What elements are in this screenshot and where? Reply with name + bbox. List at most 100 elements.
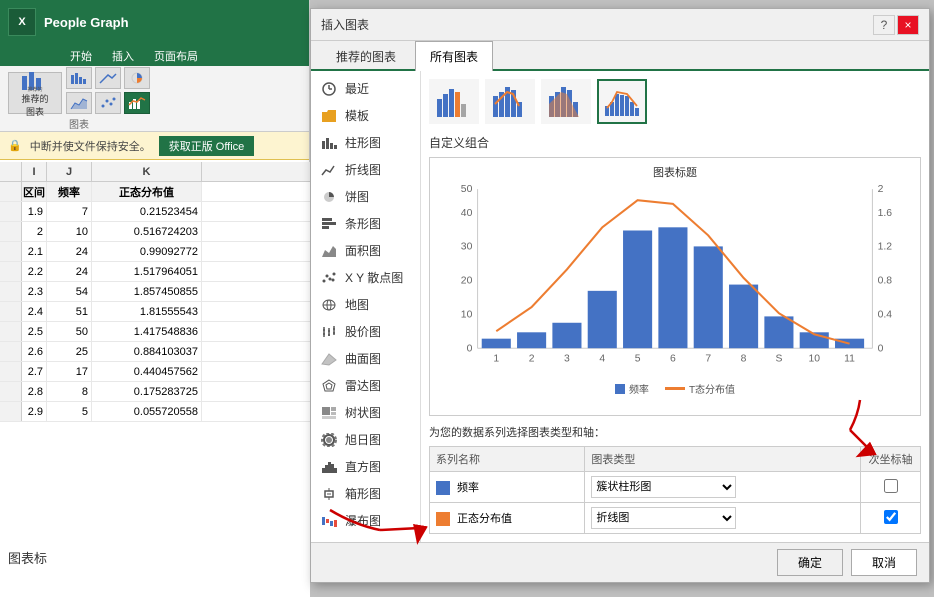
recommended-chart-btn[interactable]: 推荐的 推荐的图表	[8, 72, 62, 114]
table-row[interactable]: 2.1240.99092772	[0, 242, 310, 262]
sidebar-item-bar[interactable]: 条形图	[311, 210, 420, 237]
sidebar-item-scatter[interactable]: X Y 散点图	[311, 264, 420, 291]
freq-secondary-axis-cell[interactable]	[861, 472, 921, 503]
table-row[interactable]: 2.3541.857450855	[0, 282, 310, 302]
table-row[interactable]: 2.6250.884103037	[0, 342, 310, 362]
series-type-normal[interactable]: 折线图 簇状柱形图	[585, 503, 861, 534]
svg-text:1: 1	[493, 354, 499, 365]
normal-chart-type-select[interactable]: 折线图 簇状柱形图	[591, 507, 736, 529]
header-j: 频率	[47, 182, 92, 201]
dialog-footer: 确定 取消	[311, 542, 929, 582]
cancel-button[interactable]: 取消	[851, 549, 917, 576]
sidebar-item-line[interactable]: 折线图	[311, 156, 420, 183]
table-row[interactable]: 2100.516724203	[0, 222, 310, 242]
svg-text:S: S	[775, 354, 782, 365]
sidebar-item-box[interactable]: 箱形图	[311, 480, 420, 507]
sidebar-item-treemap[interactable]: 树状图	[311, 399, 420, 426]
subtype-btn-3[interactable]	[541, 79, 591, 124]
table-row[interactable]: 2.950.055720558	[0, 402, 310, 422]
chart-preview-title: 图表标题	[436, 164, 914, 180]
svg-text:0.8: 0.8	[878, 276, 893, 287]
line-chart-btn[interactable]	[95, 67, 121, 89]
grid-data-header-row: 区间 频率 正态分布值	[0, 182, 310, 202]
sidebar-item-stock[interactable]: 股价图	[311, 318, 420, 345]
ribbon-tab-layout[interactable]: 页面布局	[144, 46, 208, 66]
table-row[interactable]: 2.880.175283725	[0, 382, 310, 402]
sidebar-item-waterfall[interactable]: 瀑布图	[311, 507, 420, 534]
sidebar-item-pie[interactable]: 饼图	[311, 183, 420, 210]
chart-content: 自定义组合 图表标题 0 10 20	[421, 71, 929, 542]
pie-chart-icon	[319, 189, 339, 205]
sunburst-icon	[319, 432, 339, 448]
tab-recommended[interactable]: 推荐的图表	[321, 41, 411, 71]
series-section-label: 为您的数据系列选择图表类型和轴：	[429, 424, 921, 440]
bar-chart-btn[interactable]	[66, 67, 92, 89]
scatter-chart-btn[interactable]	[95, 92, 121, 114]
svg-text:1.2: 1.2	[878, 242, 893, 253]
tab-all-charts[interactable]: 所有图表	[415, 41, 493, 71]
scatter-label: X Y 散点图	[345, 269, 403, 286]
sidebar-item-histogram[interactable]: 直方图	[311, 453, 420, 480]
pie-label: 饼图	[345, 188, 369, 205]
sidebar-item-map[interactable]: 地图	[311, 291, 420, 318]
col-header-j[interactable]: J	[47, 162, 92, 181]
pie-chart-btn[interactable]	[124, 67, 150, 89]
col-header-rownum	[0, 162, 22, 181]
box-icon	[319, 486, 339, 502]
get-office-btn[interactable]: 获取正版 Office	[159, 136, 255, 156]
svg-text:0: 0	[467, 343, 473, 354]
sunburst-label: 旭日图	[345, 431, 381, 448]
col-header-k[interactable]: K	[92, 162, 202, 181]
line-label: 折线图	[345, 161, 381, 178]
sidebar-item-column[interactable]: 柱形图	[311, 129, 420, 156]
sidebar-item-funnel[interactable]: 漏斗图	[311, 534, 420, 542]
ribbon-tab-home[interactable]: 开始	[60, 46, 102, 66]
subtype-btn-2[interactable]	[485, 79, 535, 124]
sidebar-item-radar[interactable]: 雷达图	[311, 372, 420, 399]
freq-secondary-checkbox[interactable]	[884, 479, 898, 493]
header-i: 区间	[22, 182, 47, 201]
map-label: 地图	[345, 296, 369, 313]
normal-secondary-axis-cell[interactable]	[861, 503, 921, 534]
sidebar-item-template[interactable]: 模板	[311, 102, 420, 129]
legend-frequency: 频率	[615, 381, 649, 396]
subtype-btn-4[interactable]	[597, 79, 647, 124]
sidebar-item-area[interactable]: 面积图	[311, 237, 420, 264]
chart-label: 图表标	[8, 548, 47, 567]
line-chart-icon	[319, 162, 339, 178]
col-header-i[interactable]: I	[22, 162, 47, 181]
area-chart-btn[interactable]	[66, 92, 92, 114]
histogram-label: 直方图	[345, 458, 381, 475]
ok-button[interactable]: 确定	[777, 549, 843, 576]
dialog-help-btn[interactable]: ?	[873, 15, 895, 35]
excel-logo: X	[8, 8, 36, 36]
dialog-titlebar: 插入图表 ? ×	[311, 9, 929, 41]
sidebar-item-surface[interactable]: 曲面图	[311, 345, 420, 372]
svg-text:50: 50	[461, 184, 473, 195]
table-row[interactable]: 1.970.21523454	[0, 202, 310, 222]
table-row[interactable]: 2.5501.417548836	[0, 322, 310, 342]
radar-label: 雷达图	[345, 377, 381, 394]
ribbon-tab-insert[interactable]: 插入	[102, 46, 144, 66]
freq-chart-type-select[interactable]: 簇状柱形图 折线图	[591, 476, 736, 498]
treemap-icon	[319, 405, 339, 421]
surface-label: 曲面图	[345, 350, 381, 367]
sidebar-item-sunburst[interactable]: 旭日图	[311, 426, 420, 453]
table-row[interactable]: 2.2241.517964051	[0, 262, 310, 282]
series-type-frequency[interactable]: 簇状柱形图 折线图	[585, 472, 861, 503]
grid-column-headers: I J K	[0, 162, 310, 182]
table-row[interactable]: 2.4511.81555543	[0, 302, 310, 322]
map-icon	[319, 297, 339, 313]
chart-legend: 频率 T态分布值	[436, 381, 914, 396]
normal-secondary-checkbox[interactable]	[884, 510, 898, 524]
folder-icon	[319, 108, 339, 124]
stock-icon	[319, 324, 339, 340]
table-row[interactable]: 2.7170.440457562	[0, 362, 310, 382]
sidebar-item-recent[interactable]: 最近	[311, 75, 420, 102]
bar-h-icon	[319, 216, 339, 232]
security-bar: 🔒 中断并使文件保持安全。 获取正版 Office	[0, 132, 309, 160]
combo-chart-btn[interactable]	[124, 92, 150, 114]
radar-icon	[319, 378, 339, 394]
dialog-close-btn[interactable]: ×	[897, 15, 919, 35]
subtype-btn-1[interactable]	[429, 79, 479, 124]
